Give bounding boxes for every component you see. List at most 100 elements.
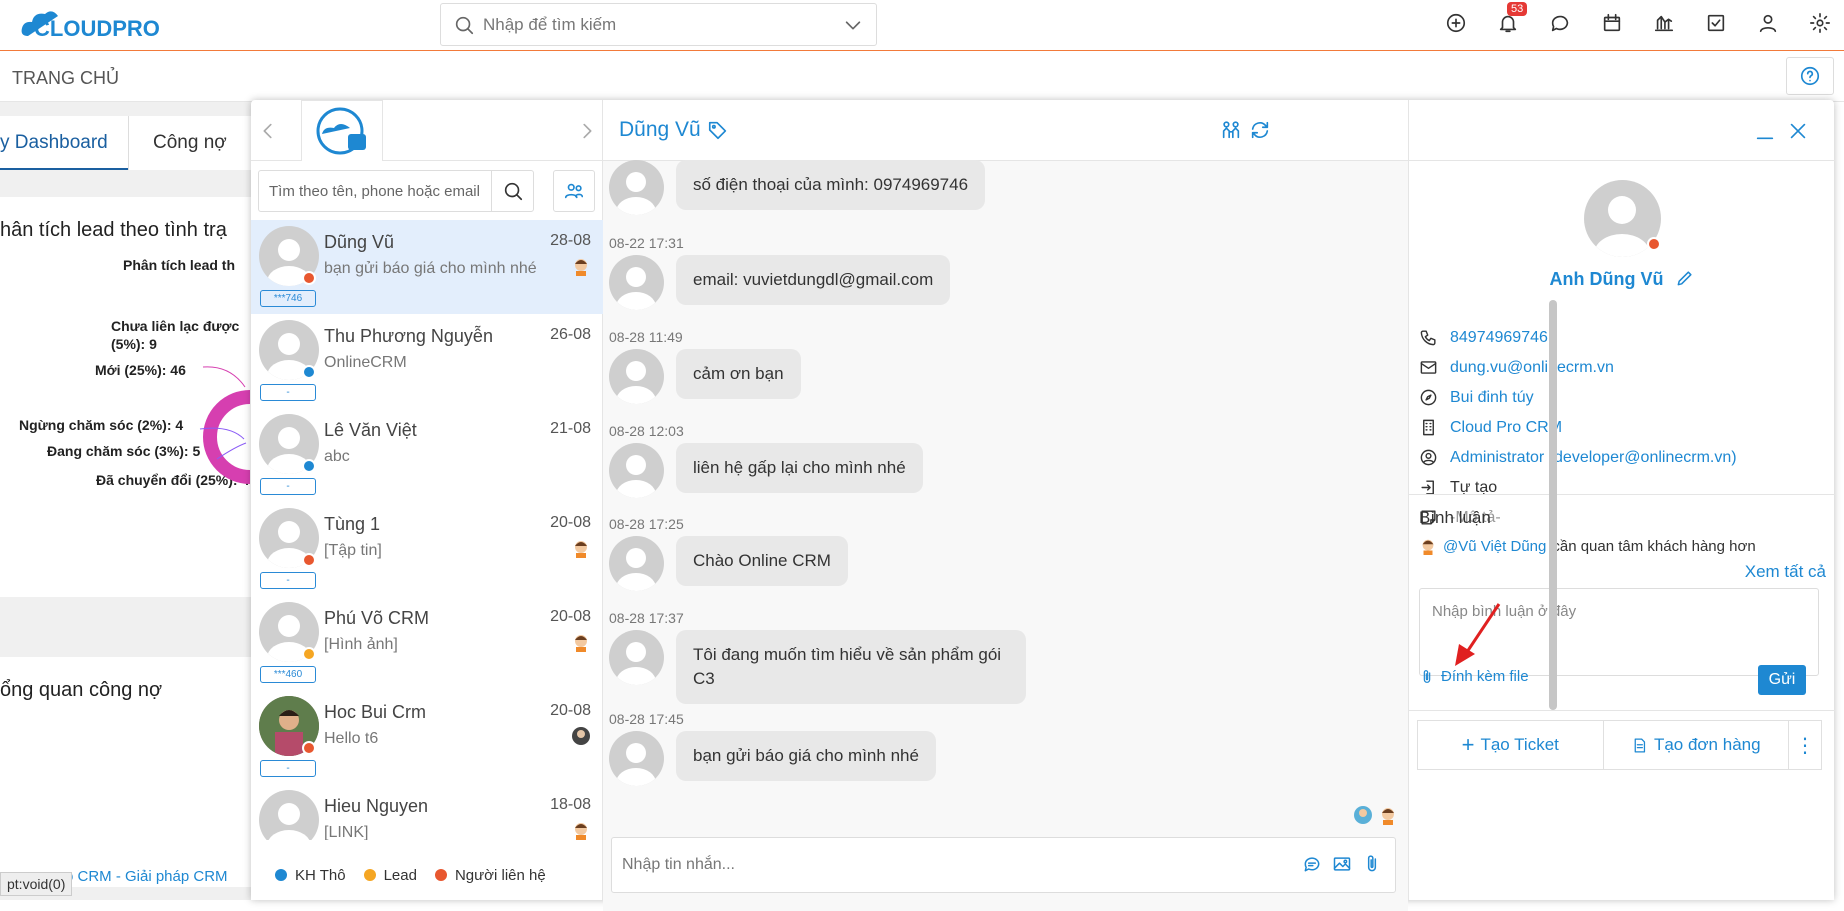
phone-tag: -	[260, 572, 316, 589]
company-row[interactable]: Cloud Pro CRM	[1419, 418, 1562, 437]
calendar-icon[interactable]	[1601, 12, 1624, 35]
zalo-channel-tab[interactable]	[301, 100, 383, 161]
commenter-avatar-icon	[1422, 539, 1434, 555]
status-bar-url: pt:void(0)	[0, 872, 73, 896]
paperclip-icon[interactable]	[1362, 854, 1382, 874]
create-ticket-label: Tạo Ticket	[1480, 735, 1559, 754]
image-upload-icon[interactable]	[1332, 854, 1352, 874]
contact-item[interactable]: Hieu Nguyen 18-08 [LINK]	[251, 784, 603, 840]
send-comment-button[interactable]: Gửi	[1758, 665, 1806, 695]
comment-mention[interactable]: @Vũ Việt Dũng	[1443, 538, 1546, 555]
conversation-contact-name[interactable]: Dũng Vũ	[619, 118, 701, 142]
notification-bell-icon[interactable]: 53	[1497, 2, 1528, 35]
task-checkbox-icon[interactable]	[1705, 12, 1728, 35]
contact-date: 20-08	[550, 702, 591, 719]
status-dot	[302, 271, 316, 285]
message-input-placeholder: Nhập tin nhắn...	[622, 856, 735, 873]
contact-name: Tùng 1	[324, 514, 381, 534]
conversation-panel: Dũng Vũ số điện thoại của mình: 09749697…	[603, 100, 1408, 911]
agent-avatar-icon	[575, 541, 587, 558]
global-search-input[interactable]: Nhập để tìm kiếm	[440, 3, 877, 46]
chevron-right-icon[interactable]	[576, 120, 598, 142]
contact-last-message: OnlineCRM	[324, 354, 407, 371]
address-value[interactable]: Bui đinh túy	[1450, 389, 1534, 407]
view-all-comments-link[interactable]: Xem tất cả	[1745, 562, 1826, 582]
contact-item[interactable]: Dũng Vũ 28-08 bạn gửi báo giá cho mình n…	[251, 220, 603, 314]
phone-row[interactable]: 84974969746	[1419, 328, 1548, 347]
contact-search-input[interactable]: Tìm theo tên, phone hoặc email	[258, 170, 534, 212]
contact-item[interactable]: Hoc Bui Crm 20-08 Hello t6 -	[251, 690, 603, 784]
add-icon[interactable]	[1445, 12, 1468, 35]
contact-item[interactable]: Thu Phương Nguyễn 26-08 OnlineCRM -	[251, 314, 603, 408]
create-order-label: Tạo đơn hàng	[1653, 735, 1761, 754]
quick-reply-icon[interactable]	[1302, 854, 1322, 874]
tag-icon[interactable]	[707, 119, 729, 141]
legend-label: Lead	[383, 866, 417, 884]
dashboard-background: y Dashboard Công nợ hân tích lead theo t…	[0, 102, 260, 900]
legend-item: Lead	[363, 866, 417, 884]
settings-gear-icon[interactable]	[1809, 12, 1832, 35]
comment-item: @Vũ Việt Dũng cần quan tâm khách hàng hơ…	[1419, 537, 1756, 555]
refresh-icon[interactable]	[1249, 119, 1271, 141]
company-value[interactable]: Cloud Pro CRM	[1450, 419, 1562, 437]
action-bar: + Tạo Ticket Tạo đơn hàng ⋮	[1417, 720, 1822, 770]
chat-icon[interactable]	[1549, 12, 1572, 35]
contact-item[interactable]: Phú Võ CRM 20-08 [Hình ảnh] ***460	[251, 596, 603, 690]
message-bubble: Chào Online CRM	[676, 536, 848, 586]
sender-avatar	[609, 630, 664, 685]
channel-tabs	[251, 100, 603, 161]
attach-file-link[interactable]: Đính kèm file	[1419, 668, 1529, 685]
footer-link[interactable]: ro CRM - Giải pháp CRM	[60, 868, 228, 885]
contact-item[interactable]: Lê Văn Việt 21-08 abc -	[251, 408, 603, 502]
message-list: số điện thoại của mình: 0974969746 08-22…	[603, 160, 1408, 911]
more-options-icon[interactable]: ⋮	[1789, 721, 1821, 769]
contact-search-button[interactable]	[491, 171, 533, 211]
paperclip-icon	[1423, 669, 1431, 683]
chevron-left-icon[interactable]	[257, 120, 279, 142]
phone-tag: -	[260, 760, 316, 777]
edit-pencil-icon[interactable]	[1675, 268, 1695, 288]
tab-my-dashboard[interactable]: y Dashboard	[0, 116, 128, 170]
assign-users-icon[interactable]	[1220, 119, 1242, 141]
legend-dot	[434, 869, 447, 881]
contact-name: Hieu Nguyen	[324, 796, 429, 816]
user-profile-icon[interactable]	[1757, 12, 1780, 35]
page-title: TRANG CHỦ	[12, 68, 119, 88]
chart-title: Phân tích lead th	[123, 257, 236, 273]
phone-value[interactable]: 84974969746	[1450, 329, 1548, 347]
report-chart-icon[interactable]	[1653, 12, 1676, 35]
sender-avatar	[609, 536, 664, 591]
search-icon	[455, 16, 474, 34]
message-input[interactable]: Nhập tin nhắn...	[611, 837, 1396, 893]
message-bubble: Tôi đang muốn tìm hiểu về sản phẩm gói C…	[676, 630, 1026, 704]
create-order-button[interactable]: Tạo đơn hàng	[1604, 721, 1789, 769]
logo-text: CLOUDPRO	[34, 16, 160, 41]
seen-by-avatar-icon	[1354, 806, 1372, 824]
users-group-icon	[564, 183, 584, 199]
detail-scrollbar[interactable]	[1549, 300, 1557, 710]
phone-tag: ***746	[260, 290, 316, 307]
contact-item[interactable]: Tùng 1 20-08 [Tập tin] -	[251, 502, 603, 596]
cloudpro-logo[interactable]: CLOUDPRO	[20, 6, 170, 46]
building-icon	[1423, 419, 1434, 436]
owner-row[interactable]: Administrator (developer@onlinecrm.vn)	[1419, 448, 1737, 467]
phone-tag: -	[260, 384, 316, 401]
group-contacts-button[interactable]	[553, 170, 595, 212]
minimize-icon[interactable]	[1754, 120, 1776, 142]
close-icon[interactable]	[1787, 120, 1809, 142]
create-ticket-button[interactable]: + Tạo Ticket	[1418, 721, 1604, 769]
search-icon	[504, 182, 522, 201]
sender-avatar	[609, 349, 664, 404]
message-bubble: liên hệ gấp lại cho mình nhé	[676, 443, 923, 493]
help-button[interactable]	[1786, 57, 1834, 95]
email-row[interactable]: dung.vu@onlinecrm.vn	[1419, 358, 1614, 377]
address-row[interactable]: Bui đinh túy	[1419, 388, 1534, 407]
chevron-down-icon[interactable]	[842, 14, 864, 36]
email-value[interactable]: dung.vu@onlinecrm.vn	[1450, 359, 1614, 377]
message-bubble: bạn gửi báo giá cho mình nhé	[676, 731, 936, 781]
owner-value[interactable]: Administrator (developer@onlinecrm.vn)	[1450, 449, 1737, 467]
tab-cong-no[interactable]: Công nợ	[128, 116, 260, 170]
phone-icon	[1420, 330, 1436, 346]
chart-label: Chưa liên lạc được	[111, 318, 240, 334]
compass-icon	[1420, 389, 1437, 406]
